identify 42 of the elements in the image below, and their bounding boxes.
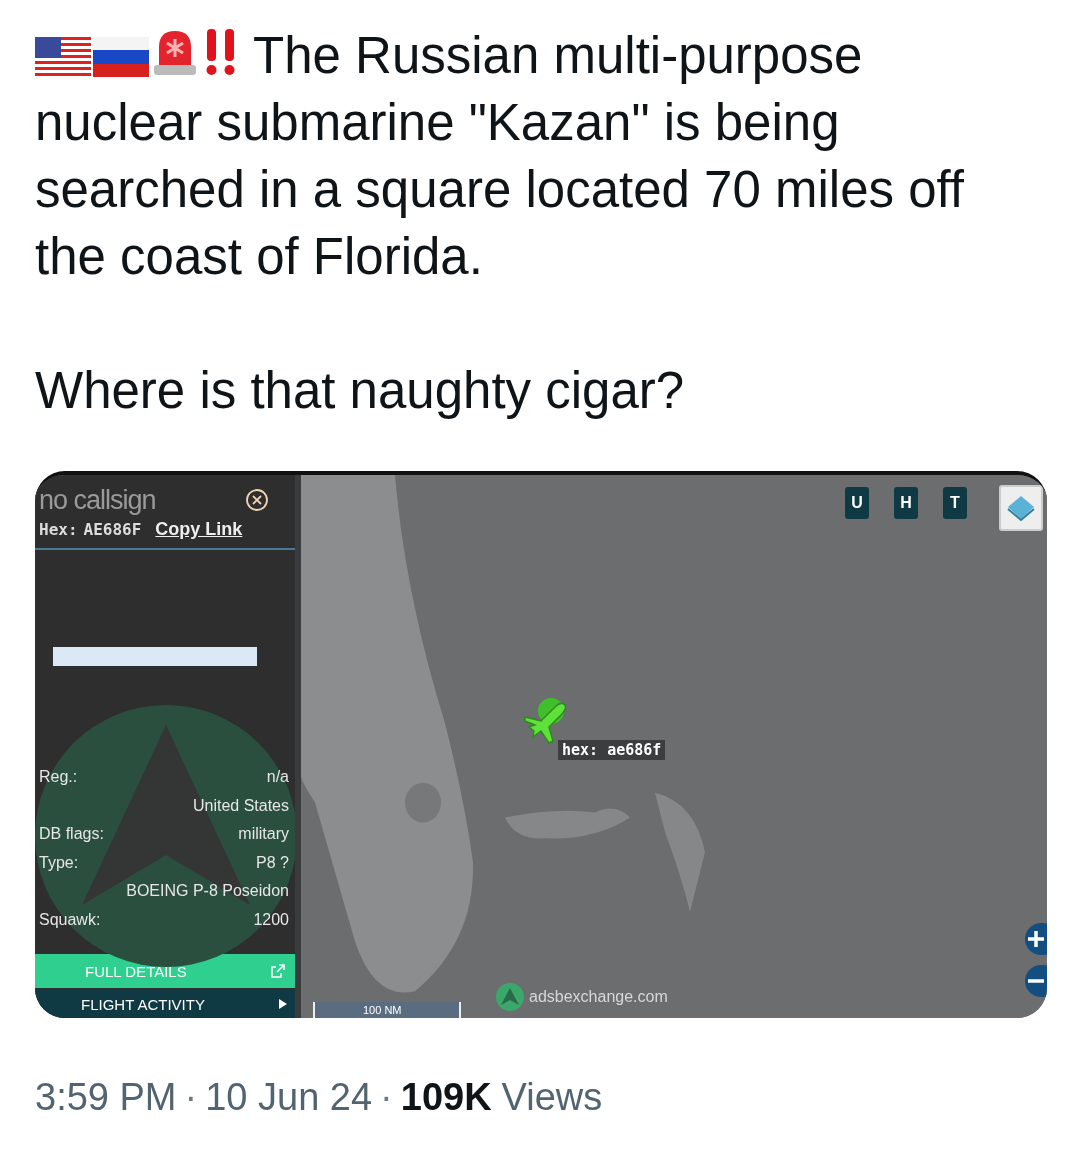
post-text: the coast of Florida.	[35, 228, 483, 285]
separator-dot: ·	[184, 1076, 198, 1119]
post-text: The Russian multi-purpose	[253, 27, 863, 84]
field-value: military	[238, 825, 289, 844]
aircraft-label: hex: ae686f	[558, 740, 666, 760]
view-count: 109K	[400, 1076, 492, 1119]
post-meta-text: 3:59 PM	[35, 1076, 177, 1119]
us-flag-icon	[35, 37, 91, 77]
flight-activity-button[interactable]: FLIGHT ACTIVITY	[35, 990, 295, 1018]
external-link-icon	[269, 962, 287, 980]
field-value: United States	[192, 796, 289, 815]
post-text: searched in a square located 70 miles off	[35, 161, 964, 218]
map-toggle-button[interactable]: H	[894, 487, 918, 519]
minus-icon	[1028, 979, 1044, 983]
field-label: Type:	[39, 853, 79, 872]
field-label: DB flags:	[39, 825, 104, 844]
map-toggle-button[interactable]: T	[943, 487, 967, 519]
scale-text: 100 NM	[363, 1004, 402, 1016]
field-label: Reg.:	[39, 768, 78, 787]
callsign-text: no callsign	[39, 485, 156, 515]
field-label: Squawk:	[39, 910, 101, 929]
field-value: 1200	[253, 910, 289, 929]
hex-value: AE686F	[83, 520, 142, 539]
field-value: n/a	[266, 768, 289, 787]
russian-flag-icon	[93, 37, 149, 77]
logo-icon	[495, 982, 525, 1012]
layers-button[interactable]	[999, 485, 1043, 531]
layers-icon	[1006, 493, 1036, 523]
copy-link[interactable]: Copy Link	[155, 519, 243, 540]
post-meta-text: 10 Jun 24	[205, 1076, 373, 1119]
attribution-text: adsbexchange.com	[529, 988, 668, 1006]
close-icon	[245, 488, 269, 512]
post-text: nuclear submarine "Kazan" is being	[35, 94, 840, 151]
post-text: Where is that naughty cigar?	[35, 362, 685, 419]
field-value: BOEING P-8 Poseidon	[126, 882, 289, 901]
map-toggle-button[interactable]: U	[845, 487, 869, 519]
play-arrow-icon	[279, 999, 287, 1009]
plus-icon	[1026, 929, 1046, 949]
field-value: P8 ?	[256, 853, 289, 872]
hex-label: Hex:	[39, 520, 78, 539]
separator-dot: ·	[380, 1076, 393, 1119]
post-meta-text: Views	[501, 1076, 603, 1119]
